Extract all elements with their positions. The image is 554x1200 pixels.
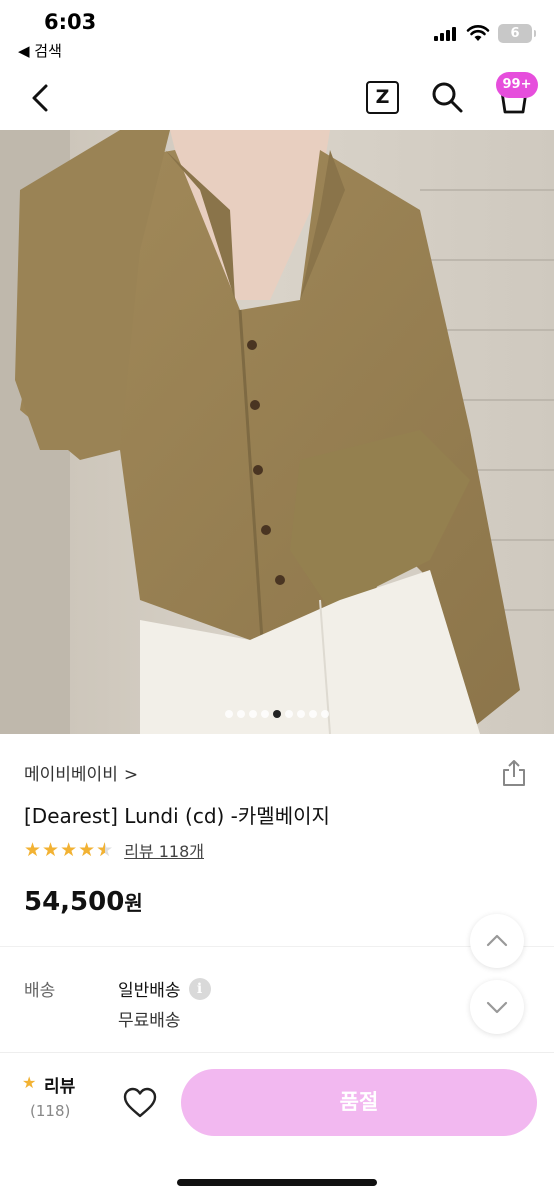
shipping-type-text: 일반배송: [118, 981, 181, 1001]
shipping-label: 배송: [24, 981, 56, 1001]
pagination-dot[interactable]: [309, 710, 317, 718]
image-pagination: [0, 710, 554, 718]
chevron-right-icon: >: [123, 765, 139, 785]
pagination-dot[interactable]: [237, 710, 245, 718]
product-rating[interactable]: ★★★★★★ 리뷰 118개: [24, 838, 204, 862]
soldout-button[interactable]: 품절: [181, 1069, 537, 1136]
battery-icon: 6: [498, 24, 536, 43]
bottom-review-count: (118): [30, 1102, 71, 1120]
product-price: 54,500원: [24, 887, 143, 917]
shipping-fee: 무료배송: [118, 1011, 181, 1031]
chevron-down-icon: [486, 1001, 508, 1014]
wifi-icon: [466, 25, 490, 41]
heart-icon[interactable]: [122, 1086, 158, 1120]
product-photo: [0, 130, 554, 734]
pagination-dot[interactable]: [321, 710, 329, 718]
search-icon[interactable]: [430, 80, 464, 114]
brand-link[interactable]: 메이비베이비 >: [24, 760, 138, 785]
status-bar: 6:03 6: [0, 0, 554, 44]
pagination-dot[interactable]: [261, 710, 269, 718]
pagination-dot[interactable]: [285, 710, 293, 718]
pagination-dot-active[interactable]: [273, 710, 281, 718]
back-chevron-icon[interactable]: [24, 78, 60, 118]
bottom-review-label[interactable]: 리뷰: [44, 1072, 75, 1097]
star-icon: ★: [22, 1073, 37, 1092]
signal-icon: [434, 27, 458, 41]
status-time: 6:03: [44, 10, 97, 34]
pagination-dot[interactable]: [249, 710, 257, 718]
product-image[interactable]: [0, 130, 554, 734]
cart-badge: 99+: [496, 72, 538, 98]
home-indicator: [177, 1179, 377, 1186]
z-icon[interactable]: Z: [366, 81, 399, 114]
back-to-search-link[interactable]: ◀ 검색: [18, 40, 62, 61]
price-unit: 원: [124, 891, 143, 915]
share-icon[interactable]: [500, 758, 528, 788]
info-icon[interactable]: i: [188, 977, 211, 1000]
product-title: [Dearest] Lundi (cd) -카멜베이지: [24, 804, 330, 828]
pagination-dot[interactable]: [297, 710, 305, 718]
shipping-type: 일반배송 i: [118, 976, 211, 1001]
price-value: 54,500: [24, 887, 125, 917]
brand-name: 메이비베이비: [24, 765, 118, 785]
review-count-link[interactable]: 리뷰 118개: [124, 838, 204, 862]
pagination-dot[interactable]: [225, 710, 233, 718]
chevron-up-icon: [486, 934, 508, 947]
scroll-up-button[interactable]: [470, 914, 524, 968]
star-rating-icon: ★★★★★★: [24, 839, 115, 861]
scroll-down-button[interactable]: [470, 980, 524, 1034]
